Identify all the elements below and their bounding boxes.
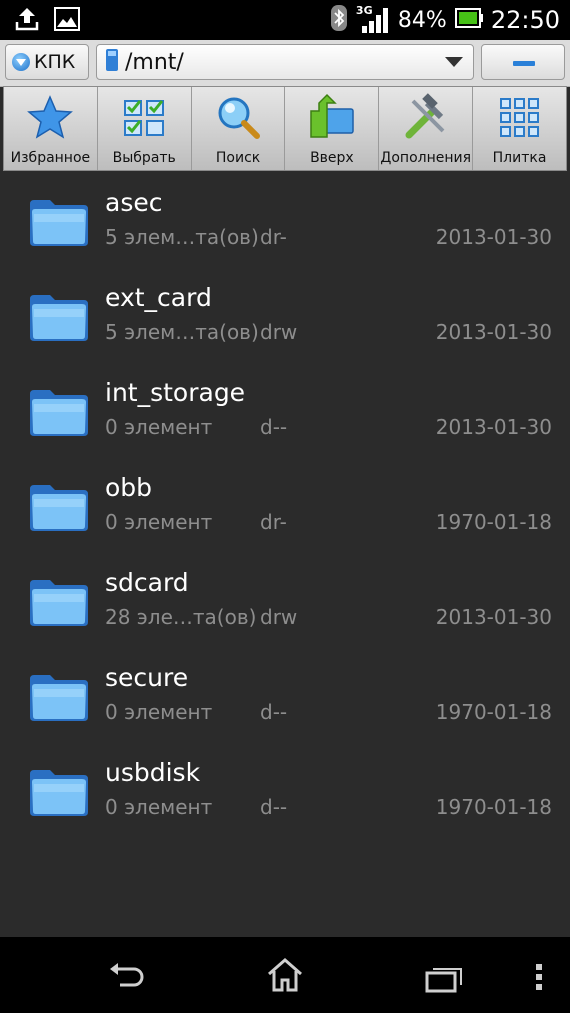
folder-item-count: 0 элемент bbox=[105, 415, 213, 439]
list-item[interactable]: secure 0 элемент d-- 1970-01-18 bbox=[0, 647, 570, 742]
folder-name: ext_card bbox=[105, 283, 212, 312]
folder-item-count: 5 элем…та(ов) bbox=[105, 225, 259, 249]
folder-permissions: drw bbox=[260, 320, 298, 344]
folder-date: 1970-01-18 bbox=[435, 510, 552, 534]
recent-apps-icon[interactable] bbox=[425, 965, 463, 997]
search-button[interactable]: Поиск bbox=[192, 87, 286, 170]
device-selector-button[interactable]: КПК bbox=[5, 44, 89, 80]
folder-icon bbox=[28, 574, 90, 628]
search-label: Поиск bbox=[215, 150, 261, 166]
folder-icon bbox=[28, 669, 90, 723]
list-item[interactable]: usbdisk 0 элемент d-- 1970-01-18 bbox=[0, 742, 570, 837]
folder-item-count: 28 эле…та(ов) bbox=[105, 605, 257, 629]
favorites-label: Избранное bbox=[10, 150, 91, 166]
folder-permissions: d-- bbox=[260, 700, 288, 724]
battery-percent: 84% bbox=[397, 7, 447, 33]
folder-up-icon bbox=[310, 93, 354, 138]
folder-item-count: 0 элемент bbox=[105, 510, 213, 534]
extras-label: Дополнения bbox=[380, 150, 472, 166]
sd-card-icon bbox=[105, 48, 119, 76]
folder-name: sdcard bbox=[105, 568, 189, 597]
tile-view-button[interactable]: Плитка bbox=[473, 87, 566, 170]
list-item[interactable]: asec 5 элем…та(ов) dr- 2013-01-30 bbox=[0, 172, 570, 267]
folder-date: 2013-01-30 bbox=[435, 415, 552, 439]
bluetooth-icon bbox=[330, 4, 348, 36]
upload-icon bbox=[14, 6, 40, 36]
dropdown-circle-icon bbox=[12, 53, 30, 71]
folder-permissions: dr- bbox=[260, 225, 287, 249]
grid-icon bbox=[499, 98, 539, 137]
folder-name: secure bbox=[105, 663, 189, 692]
folder-icon bbox=[28, 764, 90, 818]
folder-item-count: 0 элемент bbox=[105, 700, 213, 724]
folder-date: 1970-01-18 bbox=[435, 795, 552, 819]
toolbar: Избранное Выбрать Поиск Вверх Дополнения… bbox=[3, 86, 567, 171]
folder-name: int_storage bbox=[105, 378, 246, 407]
folder-date: 2013-01-30 bbox=[435, 605, 552, 629]
folder-date: 1970-01-18 bbox=[435, 700, 552, 724]
list-item[interactable]: ext_card 5 элем…та(ов) drw 2013-01-30 bbox=[0, 267, 570, 362]
device-label: КПК bbox=[34, 51, 76, 73]
folder-permissions: drw bbox=[260, 605, 298, 629]
folder-name: usbdisk bbox=[105, 758, 201, 787]
folder-item-count: 5 элем…та(ов) bbox=[105, 320, 259, 344]
extras-button[interactable]: Дополнения bbox=[379, 87, 474, 170]
navigation-bar bbox=[0, 937, 570, 1013]
select-button[interactable]: Выбрать bbox=[98, 87, 192, 170]
folder-name: asec bbox=[105, 188, 163, 217]
list-item[interactable]: sdcard 28 эле…та(ов) drw 2013-01-30 bbox=[0, 552, 570, 647]
image-notification-icon bbox=[54, 7, 80, 35]
tools-icon bbox=[405, 93, 445, 139]
favorites-button[interactable]: Избранное bbox=[4, 87, 98, 170]
folder-icon bbox=[28, 194, 90, 248]
battery-icon bbox=[454, 7, 483, 33]
chevron-down-icon bbox=[445, 57, 463, 67]
folder-icon bbox=[28, 289, 90, 343]
collapse-button[interactable] bbox=[481, 44, 565, 80]
list-item[interactable]: obb 0 элемент dr- 1970-01-18 bbox=[0, 457, 570, 552]
home-icon[interactable] bbox=[266, 957, 304, 997]
back-icon[interactable] bbox=[106, 961, 146, 995]
select-label: Выбрать bbox=[112, 150, 176, 166]
path-dropdown[interactable]: /mnt/ bbox=[96, 44, 474, 80]
search-icon bbox=[218, 97, 261, 139]
up-label: Вверх bbox=[310, 150, 354, 166]
menu-icon[interactable] bbox=[535, 963, 543, 995]
checklist-icon bbox=[124, 100, 165, 136]
folder-date: 2013-01-30 bbox=[435, 320, 552, 344]
star-icon bbox=[27, 95, 74, 139]
signal-icon: 3G bbox=[356, 4, 390, 34]
clock: 22:50 bbox=[490, 6, 560, 34]
tile-view-label: Плитка bbox=[492, 150, 547, 166]
current-path: /mnt/ bbox=[125, 49, 184, 75]
folder-icon bbox=[28, 384, 90, 438]
folder-permissions: dr- bbox=[260, 510, 287, 534]
folder-item-count: 0 элемент bbox=[105, 795, 213, 819]
file-list: asec 5 элем…та(ов) dr- 2013-01-30 ext_card 5 … bbox=[0, 172, 570, 837]
folder-date: 2013-01-30 bbox=[435, 225, 552, 249]
path-bar: КПК /mnt/ bbox=[0, 40, 570, 87]
folder-permissions: d-- bbox=[260, 795, 288, 819]
status-bar: 3G 84% 22:50 bbox=[0, 0, 570, 40]
up-button[interactable]: Вверх bbox=[285, 87, 380, 170]
list-item[interactable]: int_storage 0 элемент d-- 2013-01-30 bbox=[0, 362, 570, 457]
folder-icon bbox=[28, 479, 90, 533]
folder-name: obb bbox=[105, 473, 153, 502]
folder-permissions: d-- bbox=[260, 415, 288, 439]
